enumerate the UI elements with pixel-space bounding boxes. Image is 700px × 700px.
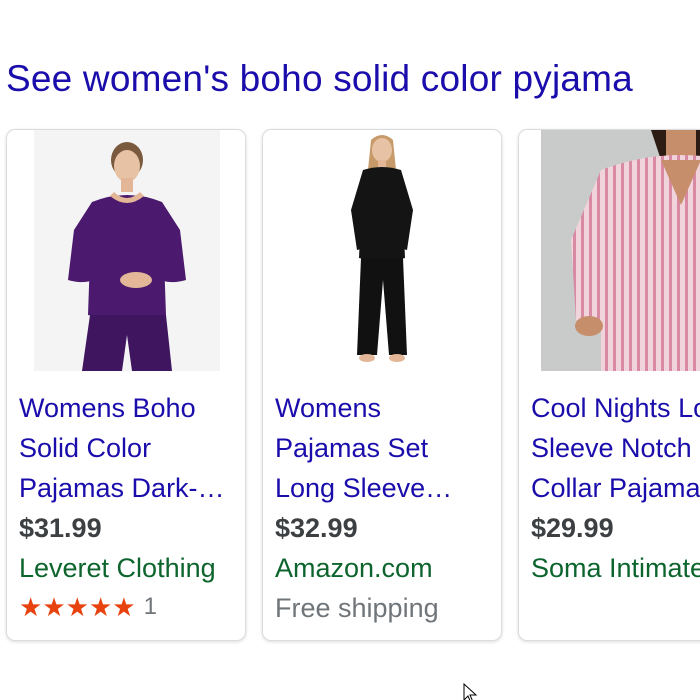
star-icon: ★: [88, 592, 113, 622]
product-price: $32.99: [275, 513, 358, 543]
product-card[interactable]: Womens Boho Solid Color Pajamas Dark-… $…: [6, 129, 246, 641]
product-title-line: Womens Boho: [19, 393, 196, 423]
product-title-line: Womens: [275, 393, 382, 423]
product-title-line: Long Sleeve…: [275, 473, 453, 503]
product-title-link[interactable]: Womens Pajamas Set Long Sleeve…: [275, 388, 490, 508]
product-title-line: Pajamas Dark-…: [19, 473, 225, 503]
product-title-line: Collar Pajama: [531, 473, 700, 503]
pink-striped-pajama-photo-icon: [541, 130, 700, 371]
purple-pajama-photo-icon: [34, 130, 220, 371]
product-seller: Leveret Clothing: [19, 553, 216, 583]
mouse-pointer-icon: [463, 683, 478, 700]
product-carousel: Womens Boho Solid Color Pajamas Dark-… $…: [6, 129, 700, 642]
product-rating: ★ ★ ★ ★ ★ 1: [19, 592, 157, 622]
star-icon: ★: [19, 592, 43, 622]
shopping-results-page: See women's boho solid color pyjama Wome…: [0, 0, 700, 700]
product-image[interactable]: [541, 130, 700, 371]
product-image[interactable]: [34, 130, 220, 371]
star-icon: ★: [65, 592, 89, 622]
product-price: $31.99: [19, 513, 102, 543]
product-seller: Soma Intimates: [531, 553, 700, 583]
product-price: $29.99: [531, 513, 614, 543]
rating-stars: ★ ★ ★ ★ ★: [19, 592, 136, 622]
product-title-line: Solid Color: [19, 433, 152, 463]
section-heading-link[interactable]: See women's boho solid color pyjama: [6, 58, 633, 100]
product-title-link[interactable]: Womens Boho Solid Color Pajamas Dark-…: [19, 388, 234, 508]
rating-count: 1: [143, 593, 157, 620]
product-title-line: Pajamas Set: [275, 433, 429, 463]
product-card[interactable]: Womens Pajamas Set Long Sleeve… $32.99 A…: [262, 129, 502, 641]
product-seller: Amazon.com: [275, 553, 433, 583]
shipping-info: Free shipping: [275, 593, 439, 623]
product-title-line: Sleeve Notch: [531, 433, 692, 463]
product-card[interactable]: Cool Nights Long Sleeve Notch Collar Paj…: [518, 129, 700, 641]
star-icon: ★: [112, 592, 136, 622]
star-icon: ★: [42, 592, 66, 622]
product-image[interactable]: [327, 130, 437, 371]
product-title-link[interactable]: Cool Nights Long Sleeve Notch Collar Paj…: [531, 388, 700, 508]
product-title-line: Cool Nights Long: [531, 393, 700, 423]
black-pajama-photo-icon: [327, 130, 437, 371]
